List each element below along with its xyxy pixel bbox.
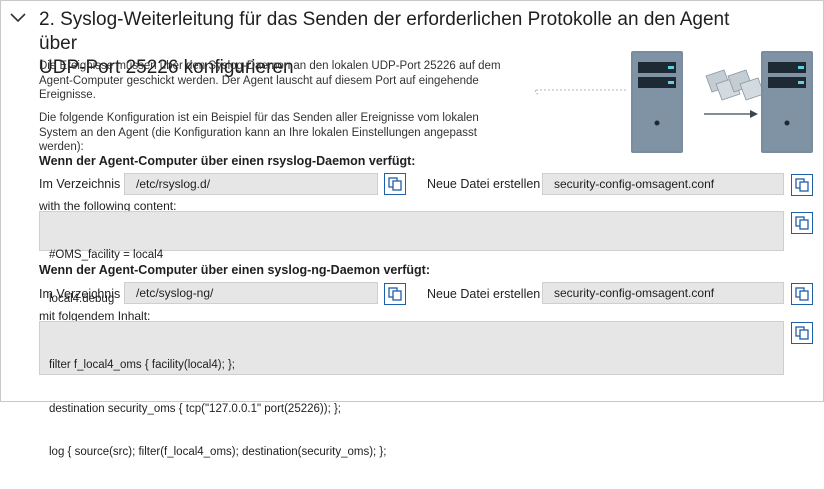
code-line: filter f_local4_oms { facility(local4); … (49, 359, 235, 371)
syslogng-heading: Wenn der Agent-Computer über einen syslo… (39, 263, 430, 277)
documents-icon (705, 69, 765, 101)
copy-button[interactable] (791, 174, 813, 196)
copy-icon (795, 326, 809, 340)
rsyslog-dir-label: Im Verzeichnis (39, 177, 121, 191)
intro-paragraph-1: Die Ereignisse müssen über den Syslog-Da… (39, 60, 501, 101)
forwarding-illustration (506, 46, 816, 156)
copy-icon (388, 177, 402, 191)
syslogng-content-box[interactable]: filter f_local4_oms { facility(local4); … (39, 321, 784, 458)
rsyslog-dir-field[interactable]: /etc/rsyslog.d/ (124, 173, 378, 195)
syslog-config-panel: 2. Syslog-Weiterleitung für das Senden d… (0, 0, 824, 458)
copy-icon (795, 287, 809, 301)
syslogng-file-value: security-config-omsagent.conf (554, 286, 715, 300)
code-line: destination security_oms { tcp("127.0.0.… (49, 402, 341, 415)
copy-icon (388, 287, 402, 301)
server-icon (761, 51, 813, 153)
chevron-down-icon[interactable] (9, 11, 27, 25)
copy-icon (795, 178, 809, 192)
dashed-connector (534, 89, 626, 95)
copy-button[interactable] (791, 212, 813, 234)
code-line: log { source(src); filter(f_local4_oms);… (49, 446, 387, 458)
rsyslog-heading: Wenn der Agent-Computer über einen rsysl… (39, 154, 416, 168)
copy-icon (795, 216, 809, 230)
rsyslog-dir-value: /etc/rsyslog.d/ (136, 177, 211, 191)
copy-button[interactable] (791, 283, 813, 305)
syslogng-file-field[interactable]: security-config-omsagent.conf (542, 282, 784, 304)
code-line: #OMS_facility = local4 (49, 249, 164, 261)
rsyslog-content-box[interactable]: #OMS_facility = local4 local4.debug @127… (39, 211, 784, 305)
server-icon (631, 51, 683, 153)
syslogng-file-label: Neue Datei erstellen (427, 287, 541, 301)
intro-paragraph-2: Die folgende Konfiguration ist ein Beisp… (39, 112, 479, 153)
rsyslog-file-label: Neue Datei erstellen (427, 177, 541, 191)
rsyslog-file-value: security-config-omsagent.conf (554, 177, 715, 191)
syslogng-dir-value: /etc/syslog-ng/ (136, 286, 214, 300)
syslogng-dir-field[interactable]: /etc/syslog-ng/ (124, 282, 378, 304)
copy-button[interactable] (384, 283, 406, 305)
arrow-right-icon (704, 110, 758, 118)
syslogng-dir-label: Im Verzeichnis (39, 287, 121, 301)
copy-button[interactable] (384, 173, 406, 195)
rsyslog-file-field[interactable]: security-config-omsagent.conf (542, 173, 784, 195)
copy-button[interactable] (791, 322, 813, 344)
